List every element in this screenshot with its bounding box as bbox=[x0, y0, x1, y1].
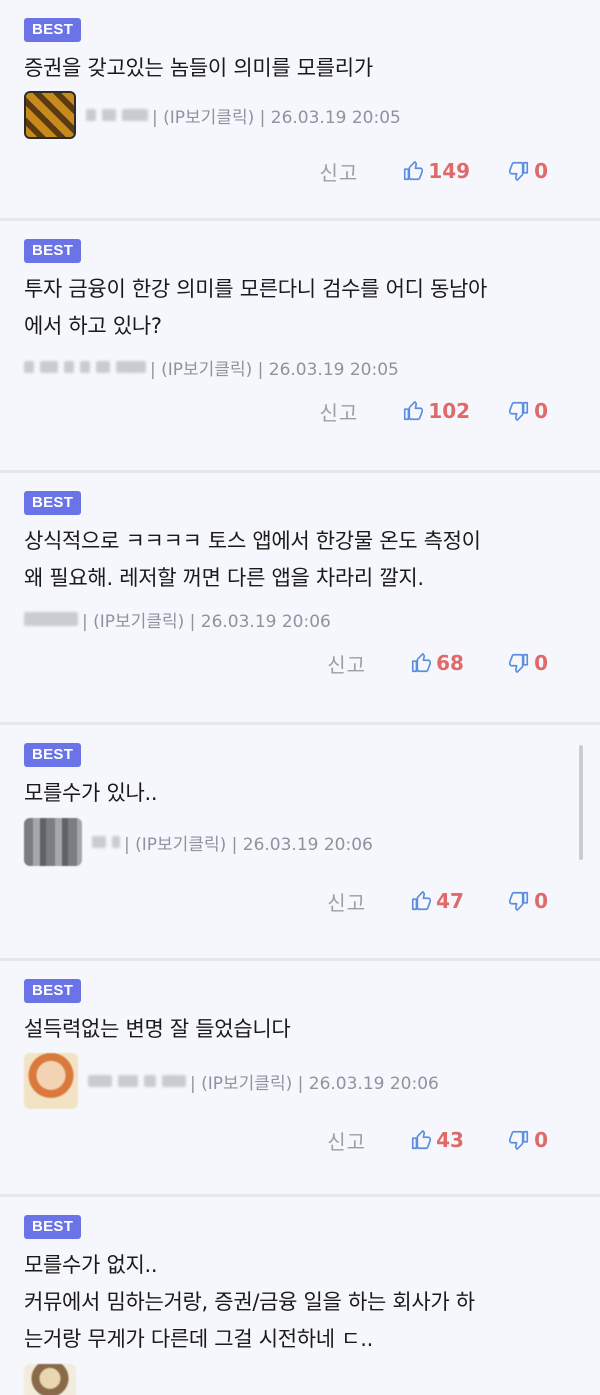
dislike-button[interactable]: 0 bbox=[508, 889, 548, 913]
dislike-count: 0 bbox=[534, 889, 548, 913]
nickname-blurred[interactable] bbox=[24, 361, 146, 373]
comment-text: 모를수가 없지.. 커뮤에서 밈하는거랑, 증권/금융 일을 하는 회사가 하 … bbox=[24, 1253, 475, 1351]
thumbs-down-icon bbox=[509, 1130, 529, 1150]
thumbs-up-icon bbox=[404, 161, 424, 181]
dislike-button[interactable]: 0 bbox=[508, 651, 548, 675]
dislike-button[interactable]: 0 bbox=[508, 1128, 548, 1152]
best-badge: BEST bbox=[24, 239, 82, 263]
best-badge: BEST bbox=[24, 743, 82, 767]
thumbs-up-icon bbox=[412, 653, 432, 673]
like-button[interactable]: 68 bbox=[410, 651, 470, 675]
report-button[interactable]: 신고 bbox=[327, 649, 366, 678]
comment-meta bbox=[24, 1362, 576, 1395]
comment-text: 설득력없는 변명 잘 들었습니다 bbox=[24, 1017, 291, 1041]
comment-actions: 신고 43 0 bbox=[24, 1110, 576, 1170]
comment-item: BEST 설득력없는 변명 잘 들었습니다 | (IP보기클릭) | 26.03… bbox=[0, 961, 600, 1197]
best-badge: BEST bbox=[24, 18, 82, 42]
comment-text: 상식적으로 ㅋㅋㅋㅋ 토스 앱에서 한강물 온도 측정이 왜 필요해. 레저할 … bbox=[24, 529, 481, 590]
dislike-count: 0 bbox=[534, 651, 548, 675]
comment-text: 모를수가 있나.. bbox=[24, 781, 158, 805]
dislike-button[interactable]: 0 bbox=[508, 159, 548, 183]
comment-text: 투자 금융이 한강 의미를 모른다니 검수를 어디 동남아 에서 하고 있나? bbox=[24, 277, 488, 338]
like-count: 68 bbox=[436, 651, 464, 675]
comment-text: 증권을 갖고있는 놈들이 의미를 모를리가 bbox=[24, 56, 373, 80]
dislike-count: 0 bbox=[534, 1128, 548, 1152]
comment-meta: | (IP보기클릭) | 26.03.19 20:06 bbox=[24, 597, 576, 641]
scrollbar[interactable] bbox=[579, 745, 583, 860]
comment-meta: | (IP보기클릭) | 26.03.19 20:06 bbox=[24, 816, 576, 868]
thumbs-up-icon bbox=[412, 1130, 432, 1150]
comment-actions: 신고 102 0 bbox=[24, 389, 576, 433]
like-button[interactable]: 102 bbox=[402, 399, 470, 423]
dislike-button[interactable]: 0 bbox=[508, 399, 548, 423]
thumbs-down-icon bbox=[509, 891, 529, 911]
report-button[interactable]: 신고 bbox=[320, 157, 359, 186]
best-badge: BEST bbox=[24, 979, 82, 1003]
comment-meta: | (IP보기클릭) | 26.03.19 20:06 bbox=[24, 1052, 576, 1110]
like-button[interactable]: 149 bbox=[402, 159, 470, 183]
meta-info: | (IP보기클릭) | 26.03.19 20:06 bbox=[82, 611, 331, 632]
meta-info: | (IP보기클릭) | 26.03.19 20:06 bbox=[190, 1073, 439, 1094]
comment-item: BEST 모를수가 없지.. 커뮤에서 밈하는거랑, 증권/금융 일을 하는 회… bbox=[0, 1197, 600, 1395]
nickname-blurred[interactable] bbox=[92, 836, 120, 848]
dislike-count: 0 bbox=[534, 399, 548, 423]
nickname-blurred[interactable] bbox=[88, 1075, 186, 1087]
comment-item: BEST 투자 금융이 한강 의미를 모른다니 검수를 어디 동남아 에서 하고… bbox=[0, 221, 600, 473]
comment-item: BEST 증권을 갖고있는 놈들이 의미를 모를리가 | (IP보기클릭) | … bbox=[0, 0, 600, 221]
nickname-blurred[interactable] bbox=[24, 612, 78, 626]
comment-item: BEST 상식적으로 ㅋㅋㅋㅋ 토스 앱에서 한강물 온도 측정이 왜 필요해.… bbox=[0, 473, 600, 725]
report-button[interactable]: 신고 bbox=[327, 1126, 366, 1155]
like-count: 43 bbox=[436, 1128, 464, 1152]
comment-actions: 신고 68 0 bbox=[24, 641, 576, 685]
like-button[interactable]: 43 bbox=[410, 1128, 470, 1152]
nickname-blurred[interactable] bbox=[86, 109, 148, 121]
meta-info: | (IP보기클릭) | 26.03.19 20:05 bbox=[152, 107, 401, 128]
best-badge: BEST bbox=[24, 491, 82, 515]
thumbs-down-icon bbox=[509, 653, 529, 673]
comment-meta: | (IP보기클릭) | 26.03.19 20:05 bbox=[24, 345, 576, 389]
dislike-count: 0 bbox=[534, 159, 548, 183]
comment-meta: | (IP보기클릭) | 26.03.19 20:05 bbox=[24, 89, 576, 141]
like-button[interactable]: 47 bbox=[410, 889, 470, 913]
report-button[interactable]: 신고 bbox=[327, 887, 366, 916]
avatar[interactable] bbox=[24, 1364, 76, 1395]
like-count: 102 bbox=[428, 399, 471, 423]
report-button[interactable]: 신고 bbox=[320, 397, 359, 426]
like-count: 149 bbox=[428, 159, 471, 183]
avatar[interactable] bbox=[24, 1053, 78, 1109]
meta-info: | (IP보기클릭) | 26.03.19 20:05 bbox=[150, 359, 399, 380]
comment-actions: 신고 47 0 bbox=[24, 868, 576, 934]
like-count: 47 bbox=[436, 889, 464, 913]
avatar[interactable] bbox=[24, 818, 82, 866]
best-badge: BEST bbox=[24, 1215, 82, 1239]
thumbs-down-icon bbox=[509, 401, 529, 421]
thumbs-up-icon bbox=[404, 401, 424, 421]
comment-item: BEST 모를수가 있나.. | (IP보기클릭) | 26.03.19 20:… bbox=[0, 725, 600, 961]
avatar[interactable] bbox=[24, 91, 76, 139]
meta-info: | (IP보기클릭) | 26.03.19 20:06 bbox=[124, 834, 373, 855]
thumbs-down-icon bbox=[509, 161, 529, 181]
thumbs-up-icon bbox=[412, 891, 432, 911]
comment-actions: 신고 149 0 bbox=[24, 141, 576, 201]
